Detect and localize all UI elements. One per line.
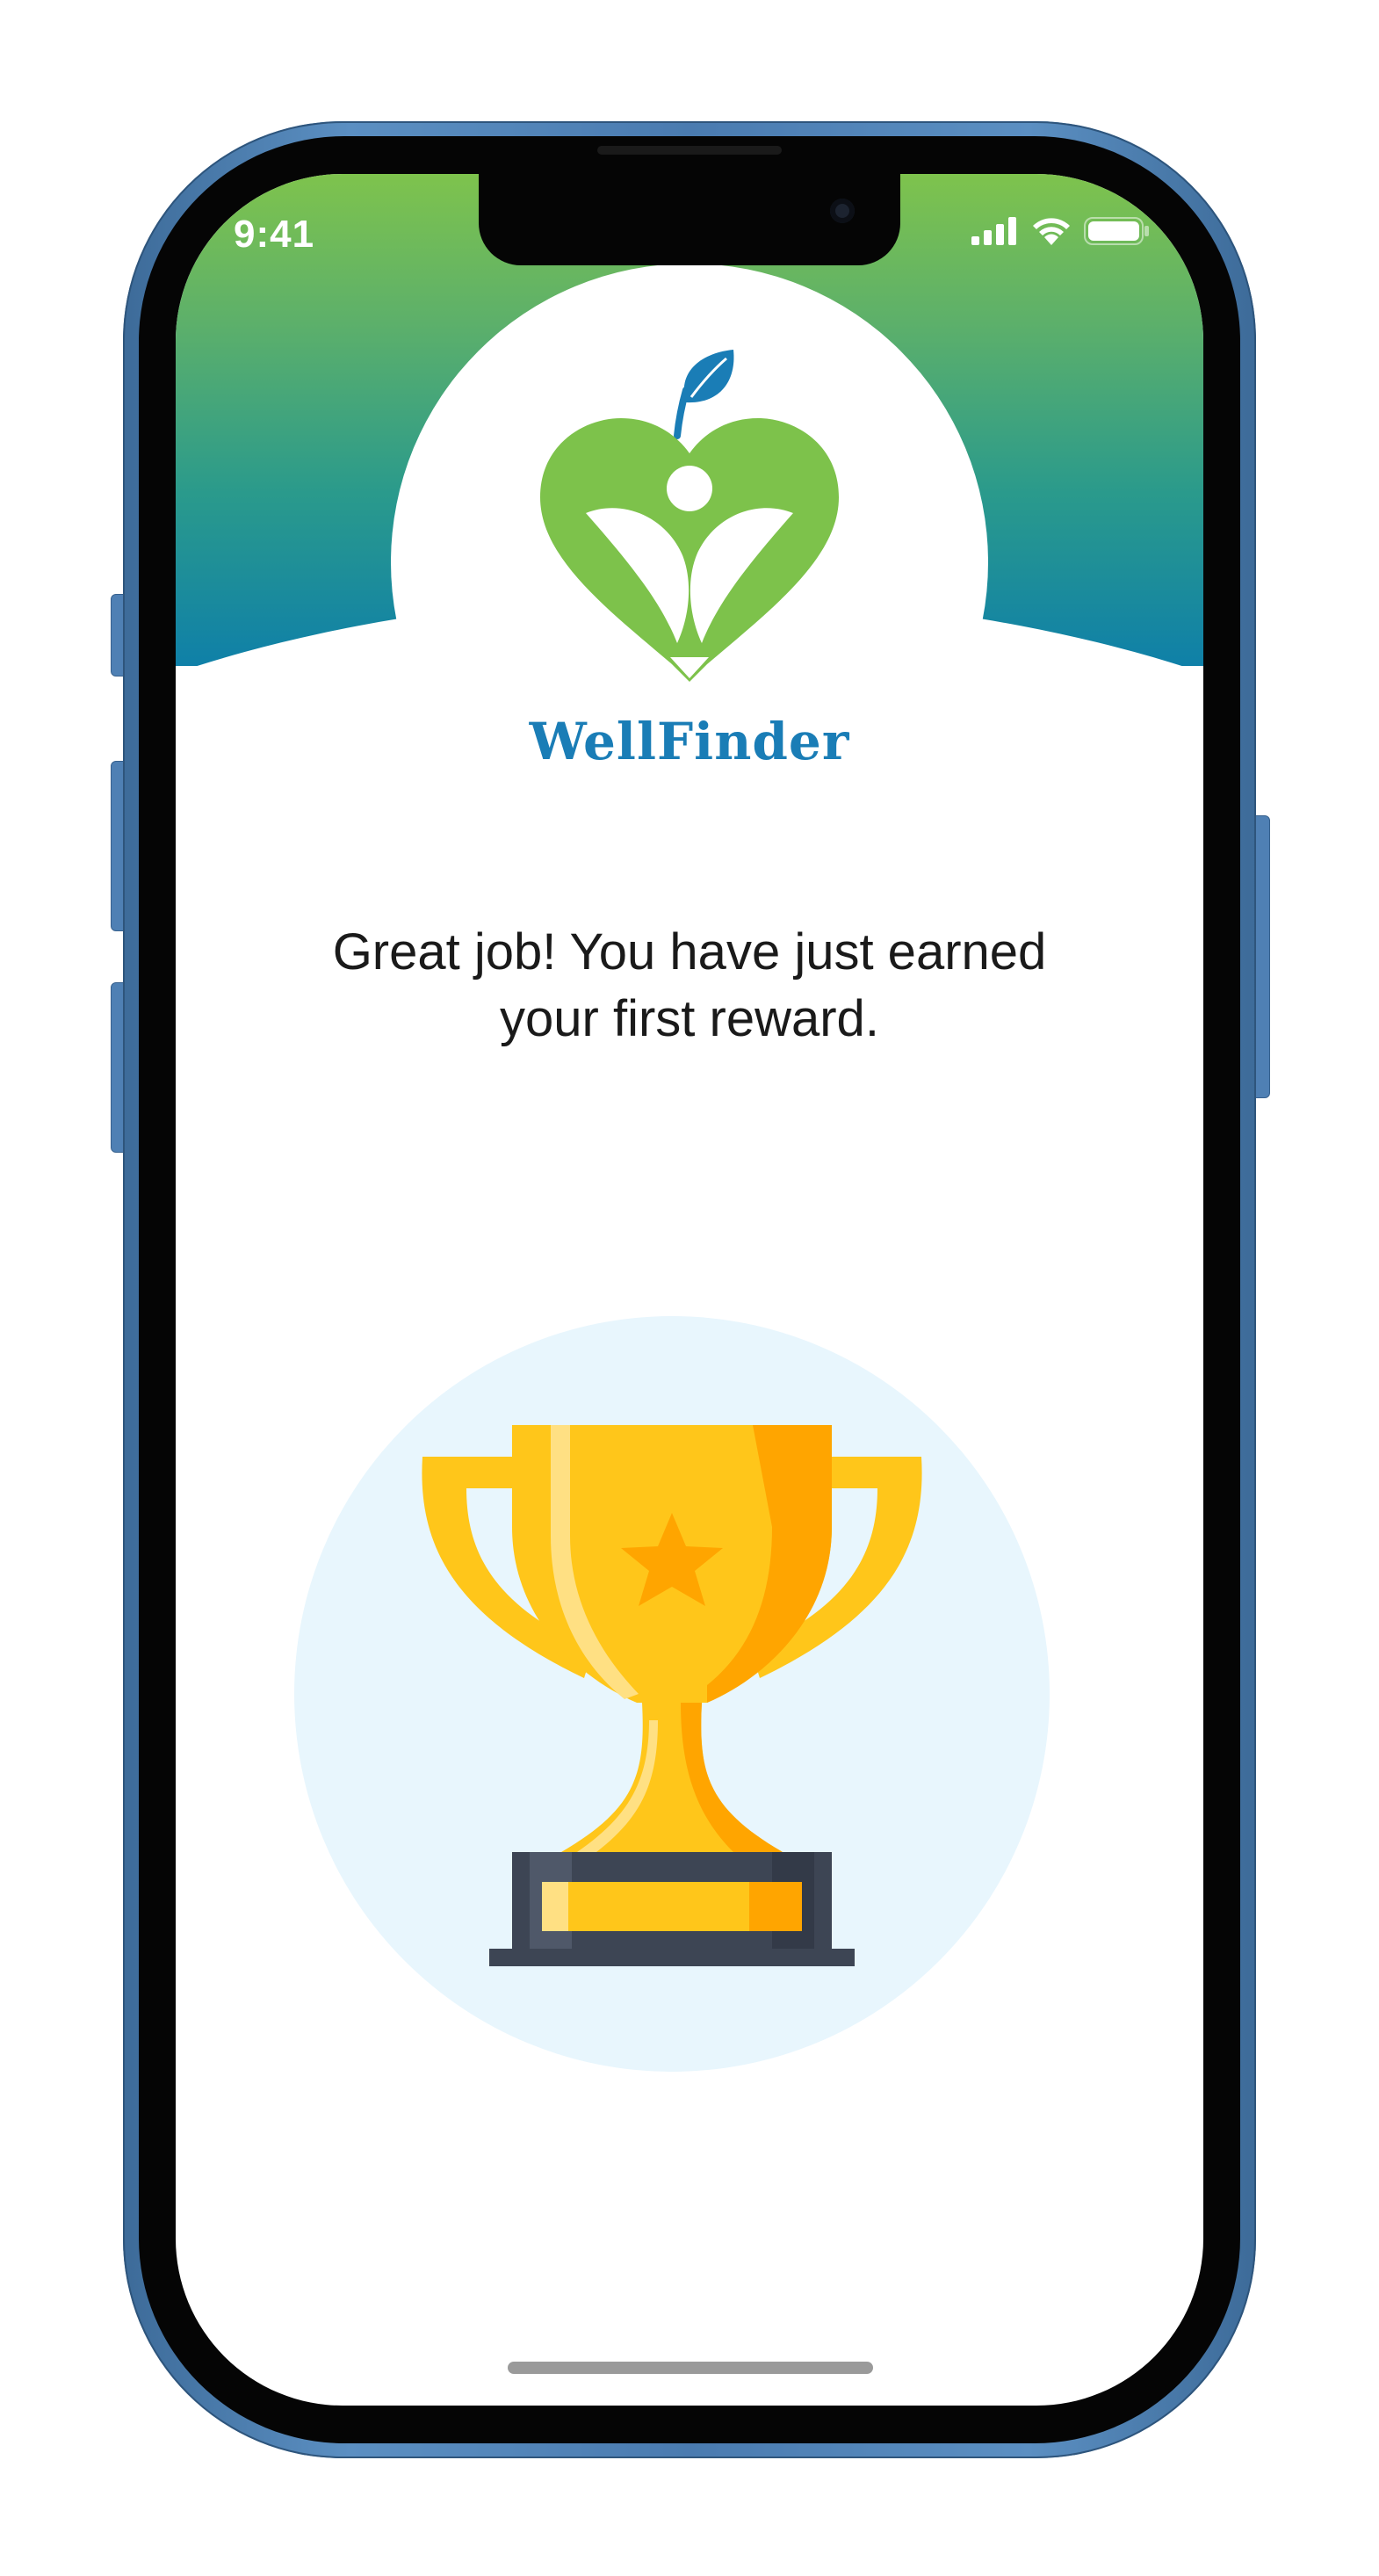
front-camera — [830, 199, 855, 223]
reward-message-line-2: your first reward. — [500, 990, 879, 1047]
earpiece-speaker — [597, 146, 782, 155]
wifi-icon — [1033, 218, 1070, 245]
apple-heart-person-logo-icon — [540, 350, 839, 682]
cellular-signal-icon — [971, 217, 1016, 245]
home-indicator[interactable] — [508, 2362, 873, 2374]
battery-icon — [1084, 217, 1149, 245]
status-time: 9:41 — [234, 213, 315, 256]
reward-message: Great job! You have just earned your fir… — [246, 919, 1133, 1053]
notch — [479, 174, 900, 265]
brand-name: WellFinder — [529, 712, 850, 771]
device-mockup: 9:41 WellFinder Great job! You have just… — [0, 0, 1379, 2576]
status-icons — [971, 216, 1151, 246]
trophy-icon — [422, 1425, 922, 1966]
reward-message-line-1: Great job! You have just earned — [332, 923, 1047, 980]
power-button — [1254, 815, 1270, 1098]
app-screen: 9:41 WellFinder Great job! You have just… — [176, 174, 1203, 2406]
